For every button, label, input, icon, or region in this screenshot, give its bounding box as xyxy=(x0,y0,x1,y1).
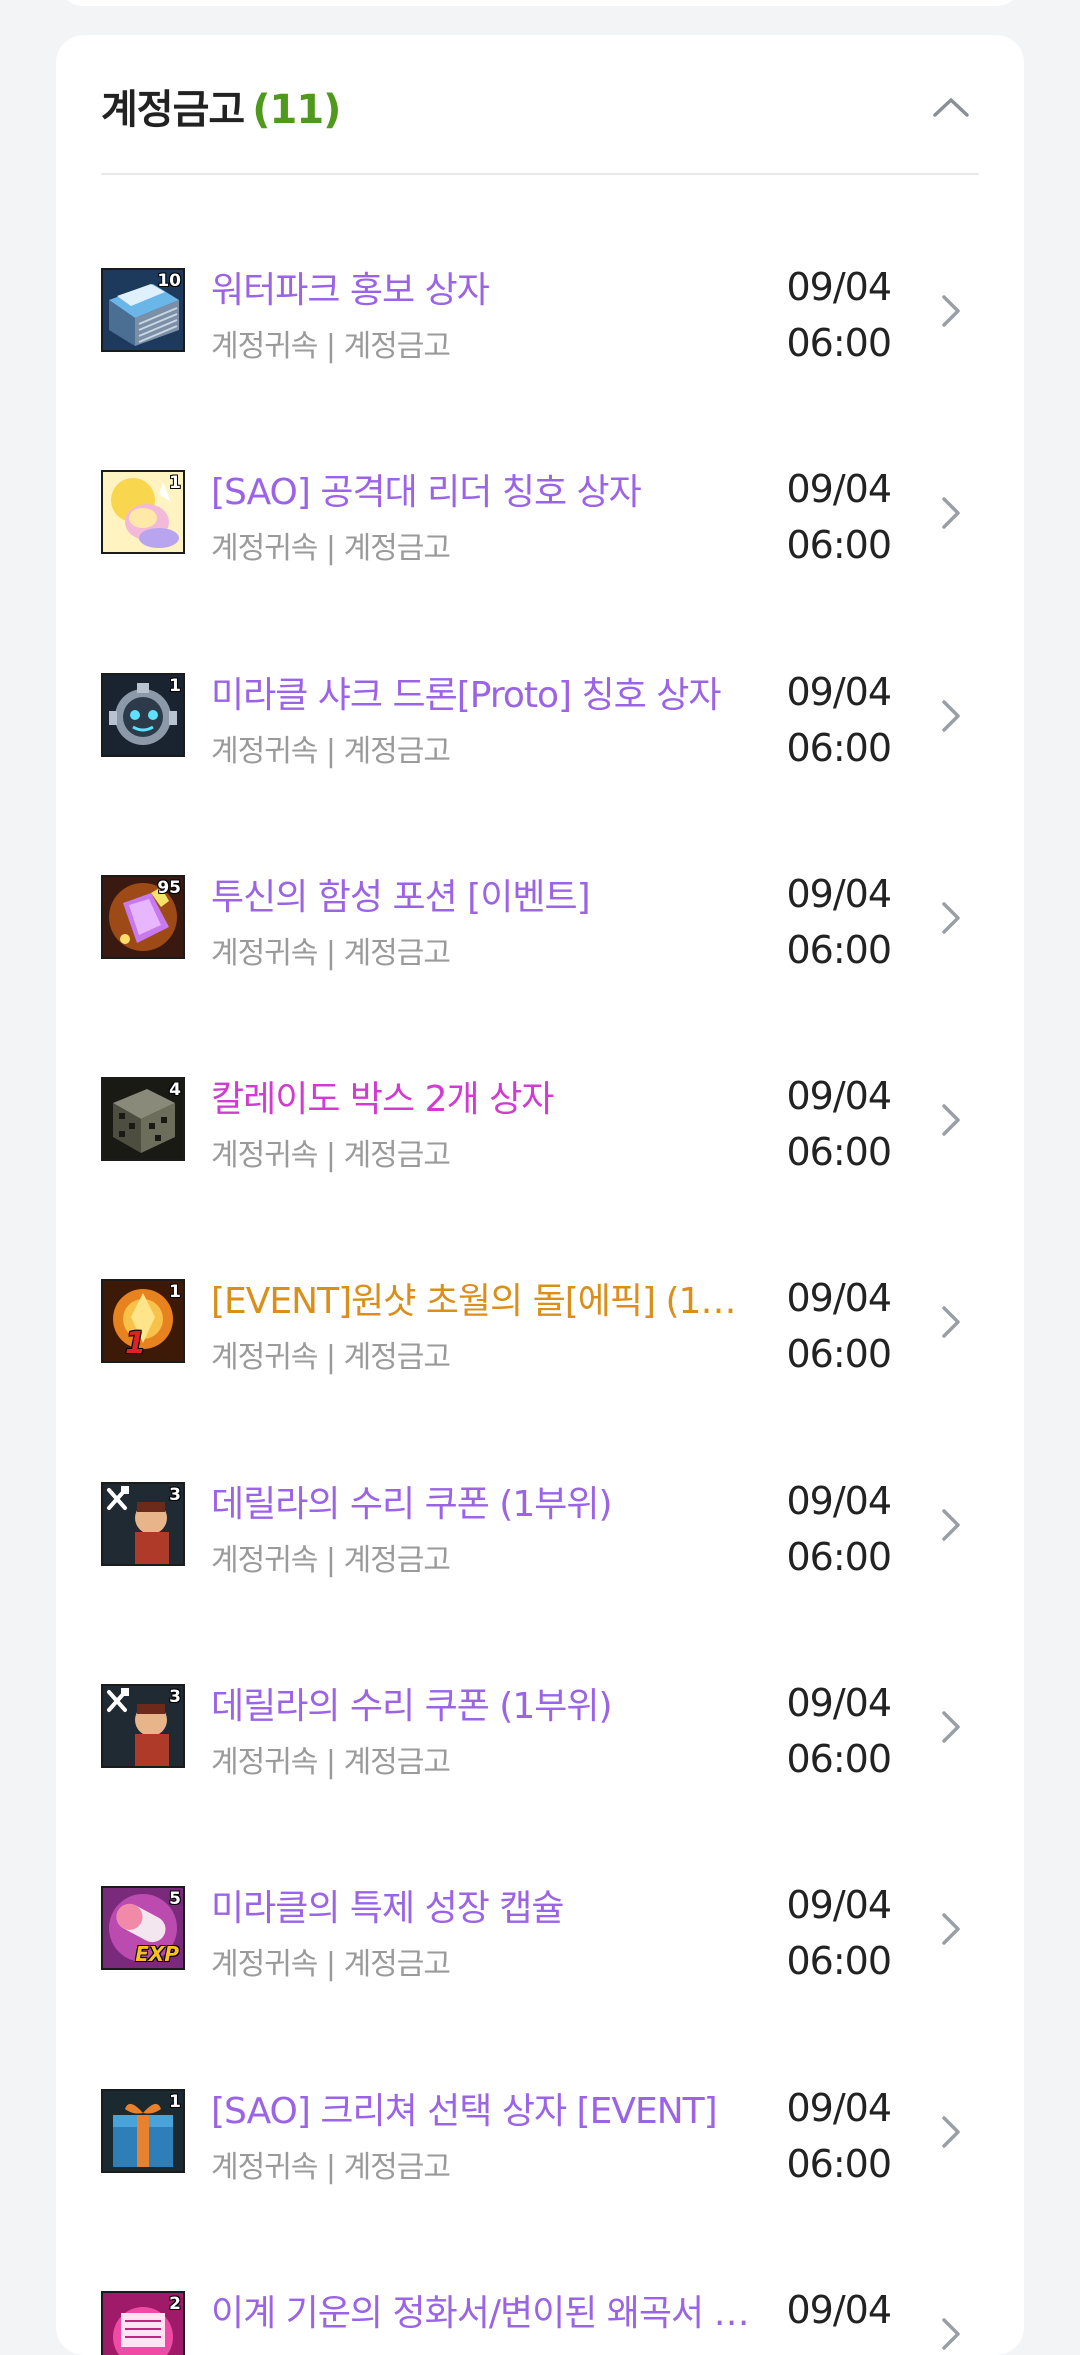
waterpark-box-icon: 10 xyxy=(101,268,185,352)
item-list: 10 워터파크 홍보 상자계정귀속 | 계정금고 09/04 06:00 1 [SAO] … xyxy=(101,175,979,2355)
item-attributes: 계정귀속 | 계정금고 xyxy=(211,1947,451,1983)
title-box-icon: 1 xyxy=(101,470,185,555)
item-attributes: 계정귀속 | 계정금고 xyxy=(211,2149,451,2185)
item-icon-badge: EXP xyxy=(135,1942,179,1967)
vault-item[interactable]: 2 이계 기운의 정화서/변이된 왜곡서 … 09/04 xyxy=(101,2198,979,2355)
vault-item[interactable]: 10 워터파크 홍보 상자계정귀속 | 계정금고 09/04 06:00 xyxy=(101,175,979,377)
chevron-right-icon[interactable] xyxy=(931,1090,971,1150)
item-attributes: 계정귀속 | 계정금고 xyxy=(211,1138,451,1174)
item-quantity: 10 xyxy=(157,271,181,291)
item-time: 06:00 xyxy=(786,725,892,770)
section-count: (11) xyxy=(252,87,341,133)
item-time: 06:00 xyxy=(786,321,892,365)
item-date: 09/04 xyxy=(786,1478,892,1523)
previous-card xyxy=(56,0,1024,6)
item-attributes: 계정귀속 | 계정금고 xyxy=(211,329,451,364)
section-title: 계정금고 (11) xyxy=(101,77,341,135)
chevron-right-icon[interactable] xyxy=(931,888,971,948)
item-time: 06:00 xyxy=(786,523,892,568)
kaleido-box-icon: 4 xyxy=(101,1077,185,1162)
item-date: 09/04 xyxy=(786,871,892,916)
item-icon-badge: 1 xyxy=(125,1326,146,1362)
transcend-stone-icon: 11 xyxy=(101,1279,185,1364)
item-date: 09/04 xyxy=(786,467,892,512)
item-name: 이계 기운의 정화서/변이된 왜곡서 … xyxy=(211,2292,750,2334)
potion-icon: 95 xyxy=(101,874,185,959)
vault-item[interactable]: 5 EXP 미라클의 특제 성장 캡슐계정귀속 | 계정금고 09/04 06:00 xyxy=(101,1793,979,1995)
item-time: 06:00 xyxy=(786,927,892,972)
vault-item[interactable]: 1 [SAO] 공격대 리더 칭호 상자계정귀속 | 계정금고 09/04 06:00 xyxy=(101,377,979,579)
item-quantity: 1 xyxy=(169,2091,181,2112)
vault-item[interactable]: 95 투신의 함성 포션 [이벤트] 계정귀속 | 계정금고 09/04 06:00 xyxy=(101,782,979,984)
item-attributes: 계정귀속 | 계정금고 xyxy=(211,1542,451,1578)
chevron-right-icon[interactable] xyxy=(931,1697,971,1757)
item-name: 데릴라의 수리 쿠폰 (1부위) xyxy=(211,1483,613,1525)
item-name: 투신의 함성 포션 [이벤트] xyxy=(211,876,591,918)
chevron-right-icon[interactable] xyxy=(931,1899,971,1959)
item-quantity: 1 xyxy=(169,675,181,696)
item-date: 09/04 xyxy=(786,1276,892,1321)
item-time: 06:00 xyxy=(786,1332,892,1377)
item-time: 06:00 xyxy=(786,1130,892,1175)
item-name: [SAO] 크리쳐 선택 상자 [EVENT] xyxy=(211,2090,718,2132)
item-date: 09/04 xyxy=(786,1883,892,1928)
item-date: 09/04 xyxy=(786,1074,892,1119)
item-date: 09/04 xyxy=(786,1681,892,1726)
item-quantity: 3 xyxy=(169,1484,181,1505)
item-attributes: 계정귀속 | 계정금고 xyxy=(211,733,451,769)
item-name: [SAO] 공격대 리더 칭호 상자 xyxy=(211,472,642,514)
item-quantity: 4 xyxy=(169,1080,181,1101)
repair-coupon-icon: 3 xyxy=(101,1684,185,1769)
vault-item[interactable]: 1 [SAO] 크리쳐 선택 상자 [EVENT] 계정귀속 | 계정금고 09/04… xyxy=(101,1996,979,2198)
item-name: 미라클 샤크 드론[Proto] 칭호 상자 xyxy=(211,674,721,716)
vault-item[interactable]: 1 1 [EVENT]원샷 초월의 돌[에픽] (11… 계정귀속 | 계정금고 09/… xyxy=(101,1186,979,1388)
chevron-right-icon[interactable] xyxy=(931,281,971,341)
chevron-right-icon[interactable] xyxy=(931,2304,971,2355)
chevron-right-icon[interactable] xyxy=(931,483,971,543)
item-attributes: 계정귀속 | 계정금고 xyxy=(211,531,451,567)
vault-item[interactable]: 3 데릴라의 수리 쿠폰 (1부위) 계정귀속 | 계정금고 09/04 06:00 xyxy=(101,1389,979,1591)
item-time: 06:00 xyxy=(786,1534,892,1579)
exp-capsule-icon: 5 EXP xyxy=(101,1886,185,1971)
item-date: 09/04 xyxy=(786,265,892,309)
item-attributes: 계정귀속 | 계정금고 xyxy=(211,1340,451,1376)
item-date: 09/04 xyxy=(786,2085,892,2130)
item-quantity: 1 xyxy=(169,473,181,494)
chevron-right-icon[interactable] xyxy=(931,1292,971,1352)
item-date: 09/04 xyxy=(786,669,892,714)
section-header[interactable]: 계정금고 (11) xyxy=(101,35,979,175)
chevron-right-icon[interactable] xyxy=(931,2102,971,2162)
chevron-up-icon xyxy=(933,98,969,117)
item-attributes: 계정귀속 | 계정금고 xyxy=(211,1745,451,1781)
item-time: 06:00 xyxy=(786,1939,892,1984)
section-title-label: 계정금고 xyxy=(101,87,245,133)
item-name: [EVENT]원샷 초월의 돌[에픽] (11… xyxy=(211,1281,751,1323)
item-attributes: 계정귀속 | 계정금고 xyxy=(211,935,451,971)
collapse-button[interactable] xyxy=(923,79,979,135)
chevron-right-icon[interactable] xyxy=(931,1495,971,1555)
item-name: 칼레이도 박스 2개 상자 xyxy=(211,1079,554,1121)
shark-drone-icon: 1 xyxy=(101,672,185,757)
item-name: 워터파크 홍보 상자 xyxy=(211,270,490,311)
item-quantity: 1 xyxy=(169,1282,181,1303)
item-quantity: 95 xyxy=(157,877,181,898)
item-time: 06:00 xyxy=(786,1737,892,1782)
creature-box-icon: 1 xyxy=(101,2088,185,2173)
item-quantity: 2 xyxy=(169,2293,181,2314)
item-name: 데릴라의 수리 쿠폰 (1부위) xyxy=(211,1686,613,1728)
item-quantity: 5 xyxy=(169,1889,181,1910)
item-name: 미라클의 특제 성장 캡슐 xyxy=(211,1888,565,1930)
vault-item[interactable]: 3 데릴라의 수리 쿠폰 (1부위) 계정귀속 | 계정금고 09/04 06:00 xyxy=(101,1591,979,1793)
chevron-right-icon[interactable] xyxy=(931,686,971,746)
item-quantity: 3 xyxy=(169,1687,181,1708)
account-vault-card: 계정금고 (11) 10 워터파크 홍보 상자계정귀속 | 계정금고 09/04 06:… xyxy=(56,35,1024,2355)
purify-scroll-icon: 2 xyxy=(101,2290,185,2355)
item-date: 09/04 xyxy=(786,2287,892,2332)
repair-coupon-icon: 3 xyxy=(101,1481,185,1566)
vault-item[interactable]: 4 칼레이도 박스 2개 상자계정귀속 | 계정금고 09/04 06:00 xyxy=(101,984,979,1186)
item-time: 06:00 xyxy=(786,2141,892,2186)
vault-item[interactable]: 1 미라클 샤크 드론[Proto] 칭호 상자계정귀속 | 계정금고 09/04 0… xyxy=(101,580,979,782)
